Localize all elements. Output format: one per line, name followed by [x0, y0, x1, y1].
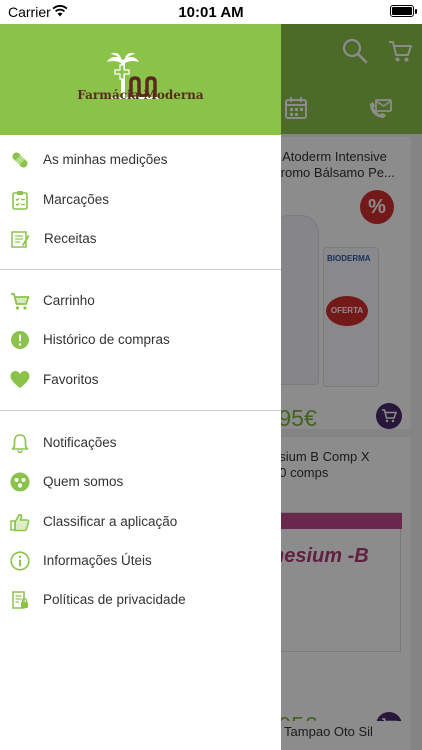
menu-item-label: Favoritos: [43, 372, 99, 387]
menu-item-label: Políticas de privacidade: [43, 592, 186, 607]
privacy-icon: [12, 591, 28, 609]
menu-item-label: Notificações: [43, 435, 117, 450]
menu-item-favorites[interactable]: Favoritos: [0, 361, 281, 400]
drawer-header: Farmácia Moderna: [0, 24, 281, 135]
menu-divider: [0, 269, 281, 270]
menu-item-purchase-history[interactable]: Histórico de compras: [0, 321, 281, 360]
bell-icon: [11, 434, 29, 453]
thumbs-up-icon: [10, 513, 30, 532]
menu-item-label: Carrinho: [43, 293, 95, 308]
menu-item-label: As minhas medições: [43, 152, 168, 167]
battery-icon: [390, 5, 414, 17]
menu-item-rate-app[interactable]: Classificar a aplicação: [0, 503, 281, 542]
menu-item-label: Informações Úteis: [43, 553, 152, 568]
prescription-icon: [11, 231, 30, 248]
menu-item-about-us[interactable]: Quem somos: [0, 463, 281, 502]
clipboard-icon: [12, 191, 28, 210]
menu-item-label: Marcações: [43, 192, 110, 207]
pharmacy-logo: [107, 52, 159, 99]
menu-item-notifications[interactable]: Notificações: [0, 424, 281, 463]
navigation-drawer: Farmácia Moderna As minhas medições Marc…: [0, 24, 281, 750]
info-icon: [10, 551, 30, 571]
heart-icon: [10, 371, 30, 388]
cart-icon: [11, 293, 30, 310]
bandage-icon: [12, 152, 28, 168]
battery-tip: [415, 9, 417, 14]
menu-item-cart[interactable]: Carrinho: [0, 282, 281, 321]
brand-name: Farmácia Moderna: [77, 88, 204, 102]
menu-item-label: Histórico de compras: [43, 332, 170, 347]
menu-item-label: Quem somos: [43, 474, 124, 489]
menu-item-prescriptions[interactable]: Receitas: [0, 220, 281, 259]
menu-item-useful-info[interactable]: Informações Úteis: [0, 542, 281, 581]
menu-item-label: Receitas: [44, 231, 97, 246]
menu-item-appointments[interactable]: Marcações: [0, 181, 281, 220]
menu-divider: [0, 410, 281, 411]
people-icon: [10, 472, 30, 492]
menu-item-label: Classificar a aplicação: [43, 514, 178, 529]
alert-icon: [11, 331, 29, 349]
clock: 10:01 AM: [178, 4, 244, 21]
status-bar: Carrier 10:01 AM: [0, 0, 422, 24]
menu-item-privacy-policies[interactable]: Políticas de privacidade: [0, 581, 281, 620]
menu-item-my-measurements[interactable]: As minhas medições: [0, 141, 281, 180]
